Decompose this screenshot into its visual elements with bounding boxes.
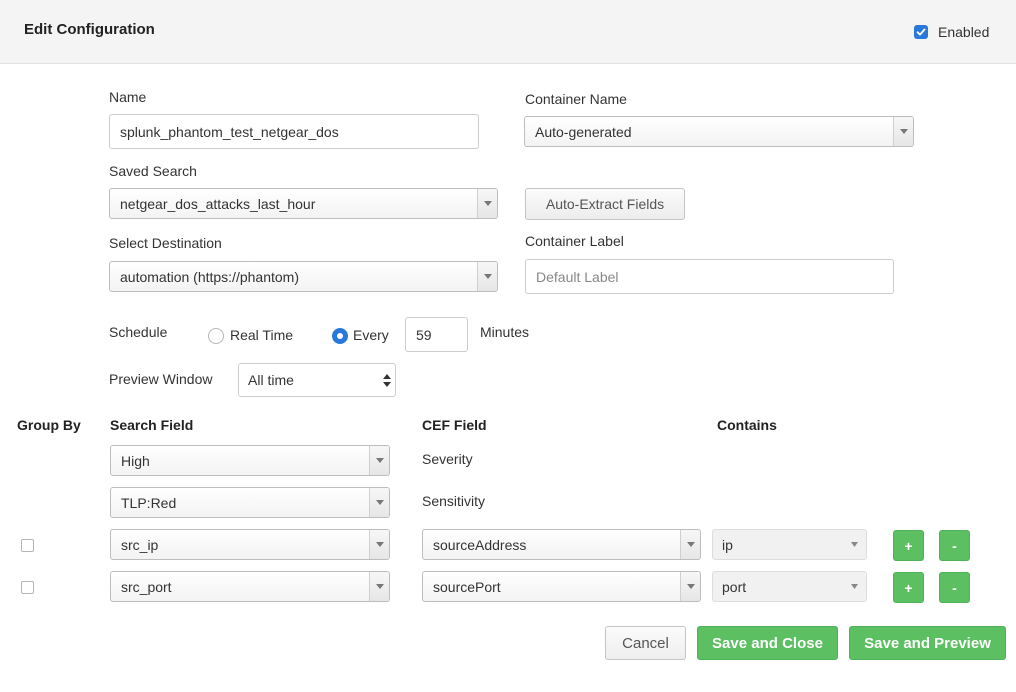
triangle-down-icon [375,542,384,547]
container-name-value: Auto-generated [535,123,632,140]
search-field-value: src_port [121,578,172,595]
contains-value: port [722,578,747,595]
check-icon [916,28,926,36]
container-name-label: Container Name [525,91,627,107]
cef-field-value: Sensitivity [422,493,486,509]
contains-select[interactable]: port [712,571,867,602]
schedule-unit-label: Minutes [480,324,530,340]
dropdown-button[interactable] [680,530,700,559]
save-and-close-button[interactable]: Save and Close [697,626,838,660]
cef-field-value: Severity [422,451,473,467]
cef-field-select[interactable]: sourceAddress [422,529,701,560]
remove-row-button[interactable]: - [939,572,970,603]
triangle-down-icon [686,542,695,547]
search-field-value: src_ip [121,536,159,553]
triangle-down-icon [375,458,384,463]
cef-field-header: CEF Field [422,417,487,433]
name-label: Name [109,89,147,105]
triangle-down-icon [483,201,492,206]
schedule-realtime-radio[interactable] [208,328,224,344]
contains-value: ip [722,536,733,553]
cef-field-value: sourcePort [433,578,501,595]
search-field-select[interactable]: High [110,445,390,476]
preview-window-label: Preview Window [109,371,213,387]
dialog-header: Edit Configuration Enabled [0,0,1016,64]
cef-field-select[interactable]: sourcePort [422,571,701,602]
triangle-down-icon [375,584,384,589]
dropdown-button[interactable] [477,189,497,218]
search-field-select[interactable]: src_ip [110,529,390,560]
triangle-down-icon [686,584,695,589]
dropdown-button[interactable] [369,488,389,517]
saved-search-select[interactable]: netgear_dos_attacks_last_hour [109,188,498,219]
search-field-value: TLP:Red [121,494,177,511]
dropdown-button[interactable] [477,262,497,291]
group-by-checkbox[interactable] [21,539,34,552]
add-row-button[interactable]: + [893,530,924,561]
remove-row-button[interactable]: - [939,530,970,561]
saved-search-label: Saved Search [109,163,197,179]
name-input[interactable] [109,114,479,149]
triangle-down-icon [375,500,384,505]
dialog-title: Edit Configuration [24,21,155,38]
search-field-select[interactable]: TLP:Red [110,487,390,518]
group-by-header: Group By [17,417,81,433]
triangle-down-icon [899,129,908,134]
dropdown-button[interactable] [369,572,389,601]
dropdown-button[interactable] [369,530,389,559]
destination-label: Select Destination [109,235,222,251]
auto-extract-fields-button[interactable]: Auto-Extract Fields [525,188,685,220]
container-name-select[interactable]: Auto-generated [524,116,914,147]
destination-select[interactable]: automation (https://phantom) [109,261,498,292]
enabled-toggle[interactable]: Enabled [914,23,989,41]
up-down-arrows-icon [383,373,391,387]
dropdown-button[interactable] [893,117,913,146]
schedule-realtime-label[interactable]: Real Time [230,327,293,343]
group-by-checkbox[interactable] [21,581,34,594]
triangle-down-icon [483,274,492,279]
enabled-checkbox[interactable] [914,25,928,39]
destination-value: automation (https://phantom) [120,268,299,285]
schedule-label: Schedule [109,324,168,340]
save-and-preview-button[interactable]: Save and Preview [849,626,1006,660]
contains-select[interactable]: ip [712,529,867,560]
saved-search-value: netgear_dos_attacks_last_hour [120,195,316,212]
container-label-label: Container Label [525,233,624,249]
search-field-select[interactable]: src_port [110,571,390,602]
enabled-label: Enabled [938,24,990,40]
schedule-every-label[interactable]: Every [353,327,389,343]
preview-window-value: All time [248,372,294,388]
cef-field-value: sourceAddress [433,536,527,553]
cancel-button[interactable]: Cancel [605,626,686,660]
search-field-value: High [121,452,150,469]
search-field-header: Search Field [110,417,194,433]
schedule-every-radio[interactable] [332,328,348,344]
dropdown-button[interactable] [680,572,700,601]
triangle-down-icon [850,584,858,589]
schedule-every-input[interactable] [405,317,468,352]
dropdown-button[interactable] [369,446,389,475]
triangle-down-icon [850,542,858,547]
contains-header: Contains [717,417,777,433]
preview-window-select[interactable]: All time [238,363,396,397]
container-label-input[interactable] [525,259,894,294]
add-row-button[interactable]: + [893,572,924,603]
